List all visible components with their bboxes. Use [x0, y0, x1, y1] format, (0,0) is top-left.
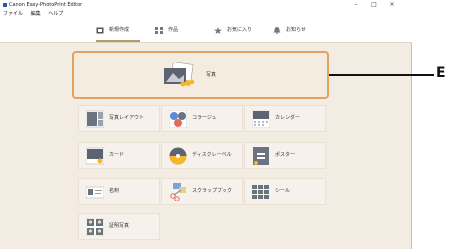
menu-edit[interactable]: 編集	[31, 11, 41, 17]
maximize-button[interactable]: □	[366, 0, 382, 10]
tile-disc-label-label: ディスクレーベル	[192, 152, 232, 158]
photo-card-label: 写真	[206, 72, 217, 78]
collage-icon	[169, 110, 187, 128]
tab-favorites[interactable]: お気に入り	[214, 19, 264, 42]
tab-works-label: 作品	[168, 27, 179, 33]
tile-card[interactable]: カード	[78, 142, 160, 169]
tab-bar: 新規作成 作品 お気に入り お知らせ	[0, 19, 412, 43]
tile-sticker-label: シール	[275, 188, 291, 194]
tab-new-label: 新規作成	[109, 27, 130, 33]
tab-new[interactable]: 新規作成	[96, 19, 140, 42]
tile-poster[interactable]: ポスター	[244, 142, 326, 169]
tab-favorites-label: お気に入り	[227, 27, 253, 33]
minimize-button[interactable]: –	[348, 0, 364, 10]
tile-scrapbook[interactable]: スクラップブック	[161, 178, 243, 205]
menu-file[interactable]: ファイル	[3, 11, 23, 17]
business-card-icon	[86, 186, 104, 199]
tile-poster-label: ポスター	[275, 152, 296, 158]
tile-business-card[interactable]: 名刺	[78, 178, 160, 205]
tab-news[interactable]: お知らせ	[273, 19, 317, 42]
tile-photo-layout-label: 写真レイアウト	[109, 115, 145, 121]
tile-calendar[interactable]: カレンダー	[244, 105, 326, 132]
tab-news-label: お知らせ	[286, 27, 306, 33]
poster-icon	[253, 147, 269, 165]
menu-help[interactable]: ヘルプ	[48, 11, 63, 17]
app-icon	[3, 3, 7, 7]
title-bar: Canon Easy-PhotoPrint Editor – □ ×	[0, 0, 412, 10]
photo-layout-icon	[86, 110, 104, 128]
bell-icon	[273, 27, 281, 34]
tile-scrapbook-label: スクラップブック	[192, 188, 233, 194]
calendar-icon	[252, 110, 270, 128]
photo-card[interactable]: 写真	[72, 51, 329, 99]
window-title: Canon Easy-PhotoPrint Editor	[9, 2, 83, 8]
callout-line	[329, 74, 434, 76]
grid-icon	[155, 27, 163, 34]
tile-photo-layout[interactable]: 写真レイアウト	[78, 105, 160, 132]
id-photo-icon	[86, 218, 104, 236]
tile-id-photo-label: 証明写真	[109, 223, 130, 229]
close-button[interactable]: ×	[384, 0, 400, 10]
tile-id-photo[interactable]: 証明写真	[78, 213, 160, 240]
tab-works[interactable]: 作品	[155, 19, 195, 42]
app-window: Canon Easy-PhotoPrint Editor – □ × ファイル …	[0, 0, 412, 249]
disc-label-icon	[169, 147, 187, 165]
photo-icon	[164, 62, 195, 87]
tile-business-card-label: 名刺	[109, 188, 120, 194]
tile-disc-label[interactable]: ディスクレーベル	[161, 142, 243, 169]
tile-card-label: カード	[109, 152, 125, 158]
tile-sticker[interactable]: シール	[244, 178, 326, 205]
new-icon	[96, 27, 104, 34]
scrapbook-icon	[170, 183, 186, 201]
sticker-icon	[252, 185, 269, 199]
tile-collage[interactable]: コラージュ	[161, 105, 243, 132]
tile-collage-label: コラージュ	[192, 115, 217, 121]
callout-label: E	[436, 65, 446, 81]
card-icon	[86, 147, 104, 165]
star-icon	[214, 27, 222, 34]
tile-calendar-label: カレンダー	[275, 115, 301, 121]
